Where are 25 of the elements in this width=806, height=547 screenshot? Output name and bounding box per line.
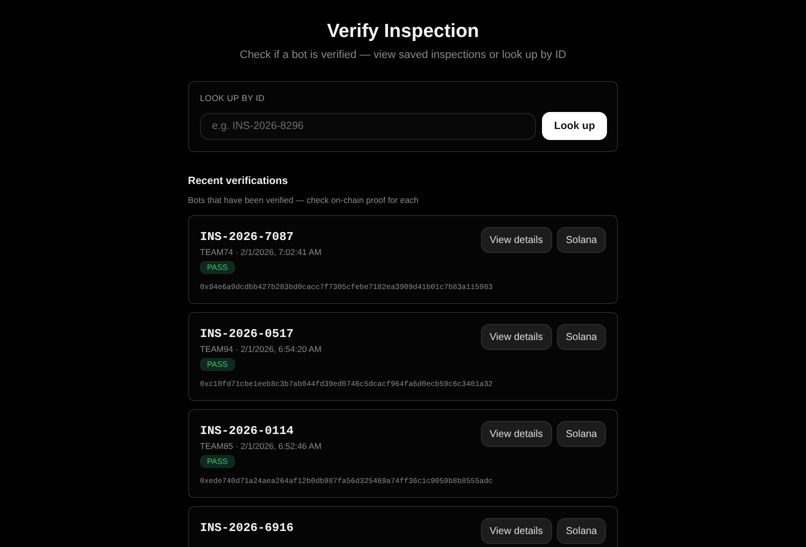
status-badge: PASS	[200, 358, 235, 371]
inspection-id: INS-2026-0517	[200, 327, 295, 341]
status-badge: PASS	[200, 261, 235, 274]
action-button[interactable]: View details	[480, 518, 552, 544]
action-button[interactable]: Solana	[556, 227, 606, 253]
section-title: Recent verifications	[188, 175, 289, 187]
inspection-meta: TEAM85 · 2/1/2026, 6:52:46 AM	[200, 441, 322, 451]
lookup-label: LOOK UP BY ID	[200, 93, 266, 103]
action-button[interactable]: View details	[480, 421, 552, 447]
inspection-id: INS-2026-0114	[200, 424, 295, 438]
action-button[interactable]: Solana	[556, 324, 606, 350]
look-up-button[interactable]: Look up	[542, 112, 607, 140]
page-subtitle: Check if a bot is verified — view saved inspections or look up by ID	[238, 49, 568, 61]
inspection-id: INS-2026-7087	[200, 230, 295, 244]
inspection-meta: TEAM74 · 2/1/2026, 7:02:41 AM	[200, 247, 322, 257]
action-button[interactable]: View details	[480, 227, 552, 253]
id-input-field[interactable]: e.g. INS-2026-8296	[200, 112, 536, 140]
page-title: Verify Inspection	[326, 21, 480, 43]
inspection-meta: TEAM94 · 2/1/2026, 6:54:20 AM	[200, 344, 322, 354]
action-button[interactable]: View details	[480, 324, 552, 350]
action-button[interactable]: Solana	[556, 421, 606, 447]
inspection-id: INS-2026-6916	[200, 521, 294, 535]
action-button[interactable]: Solana	[556, 518, 606, 544]
status-badge: PASS	[200, 455, 235, 468]
section-subtitle: Bots that have been verified — check on-chain proof for each	[188, 195, 420, 205]
